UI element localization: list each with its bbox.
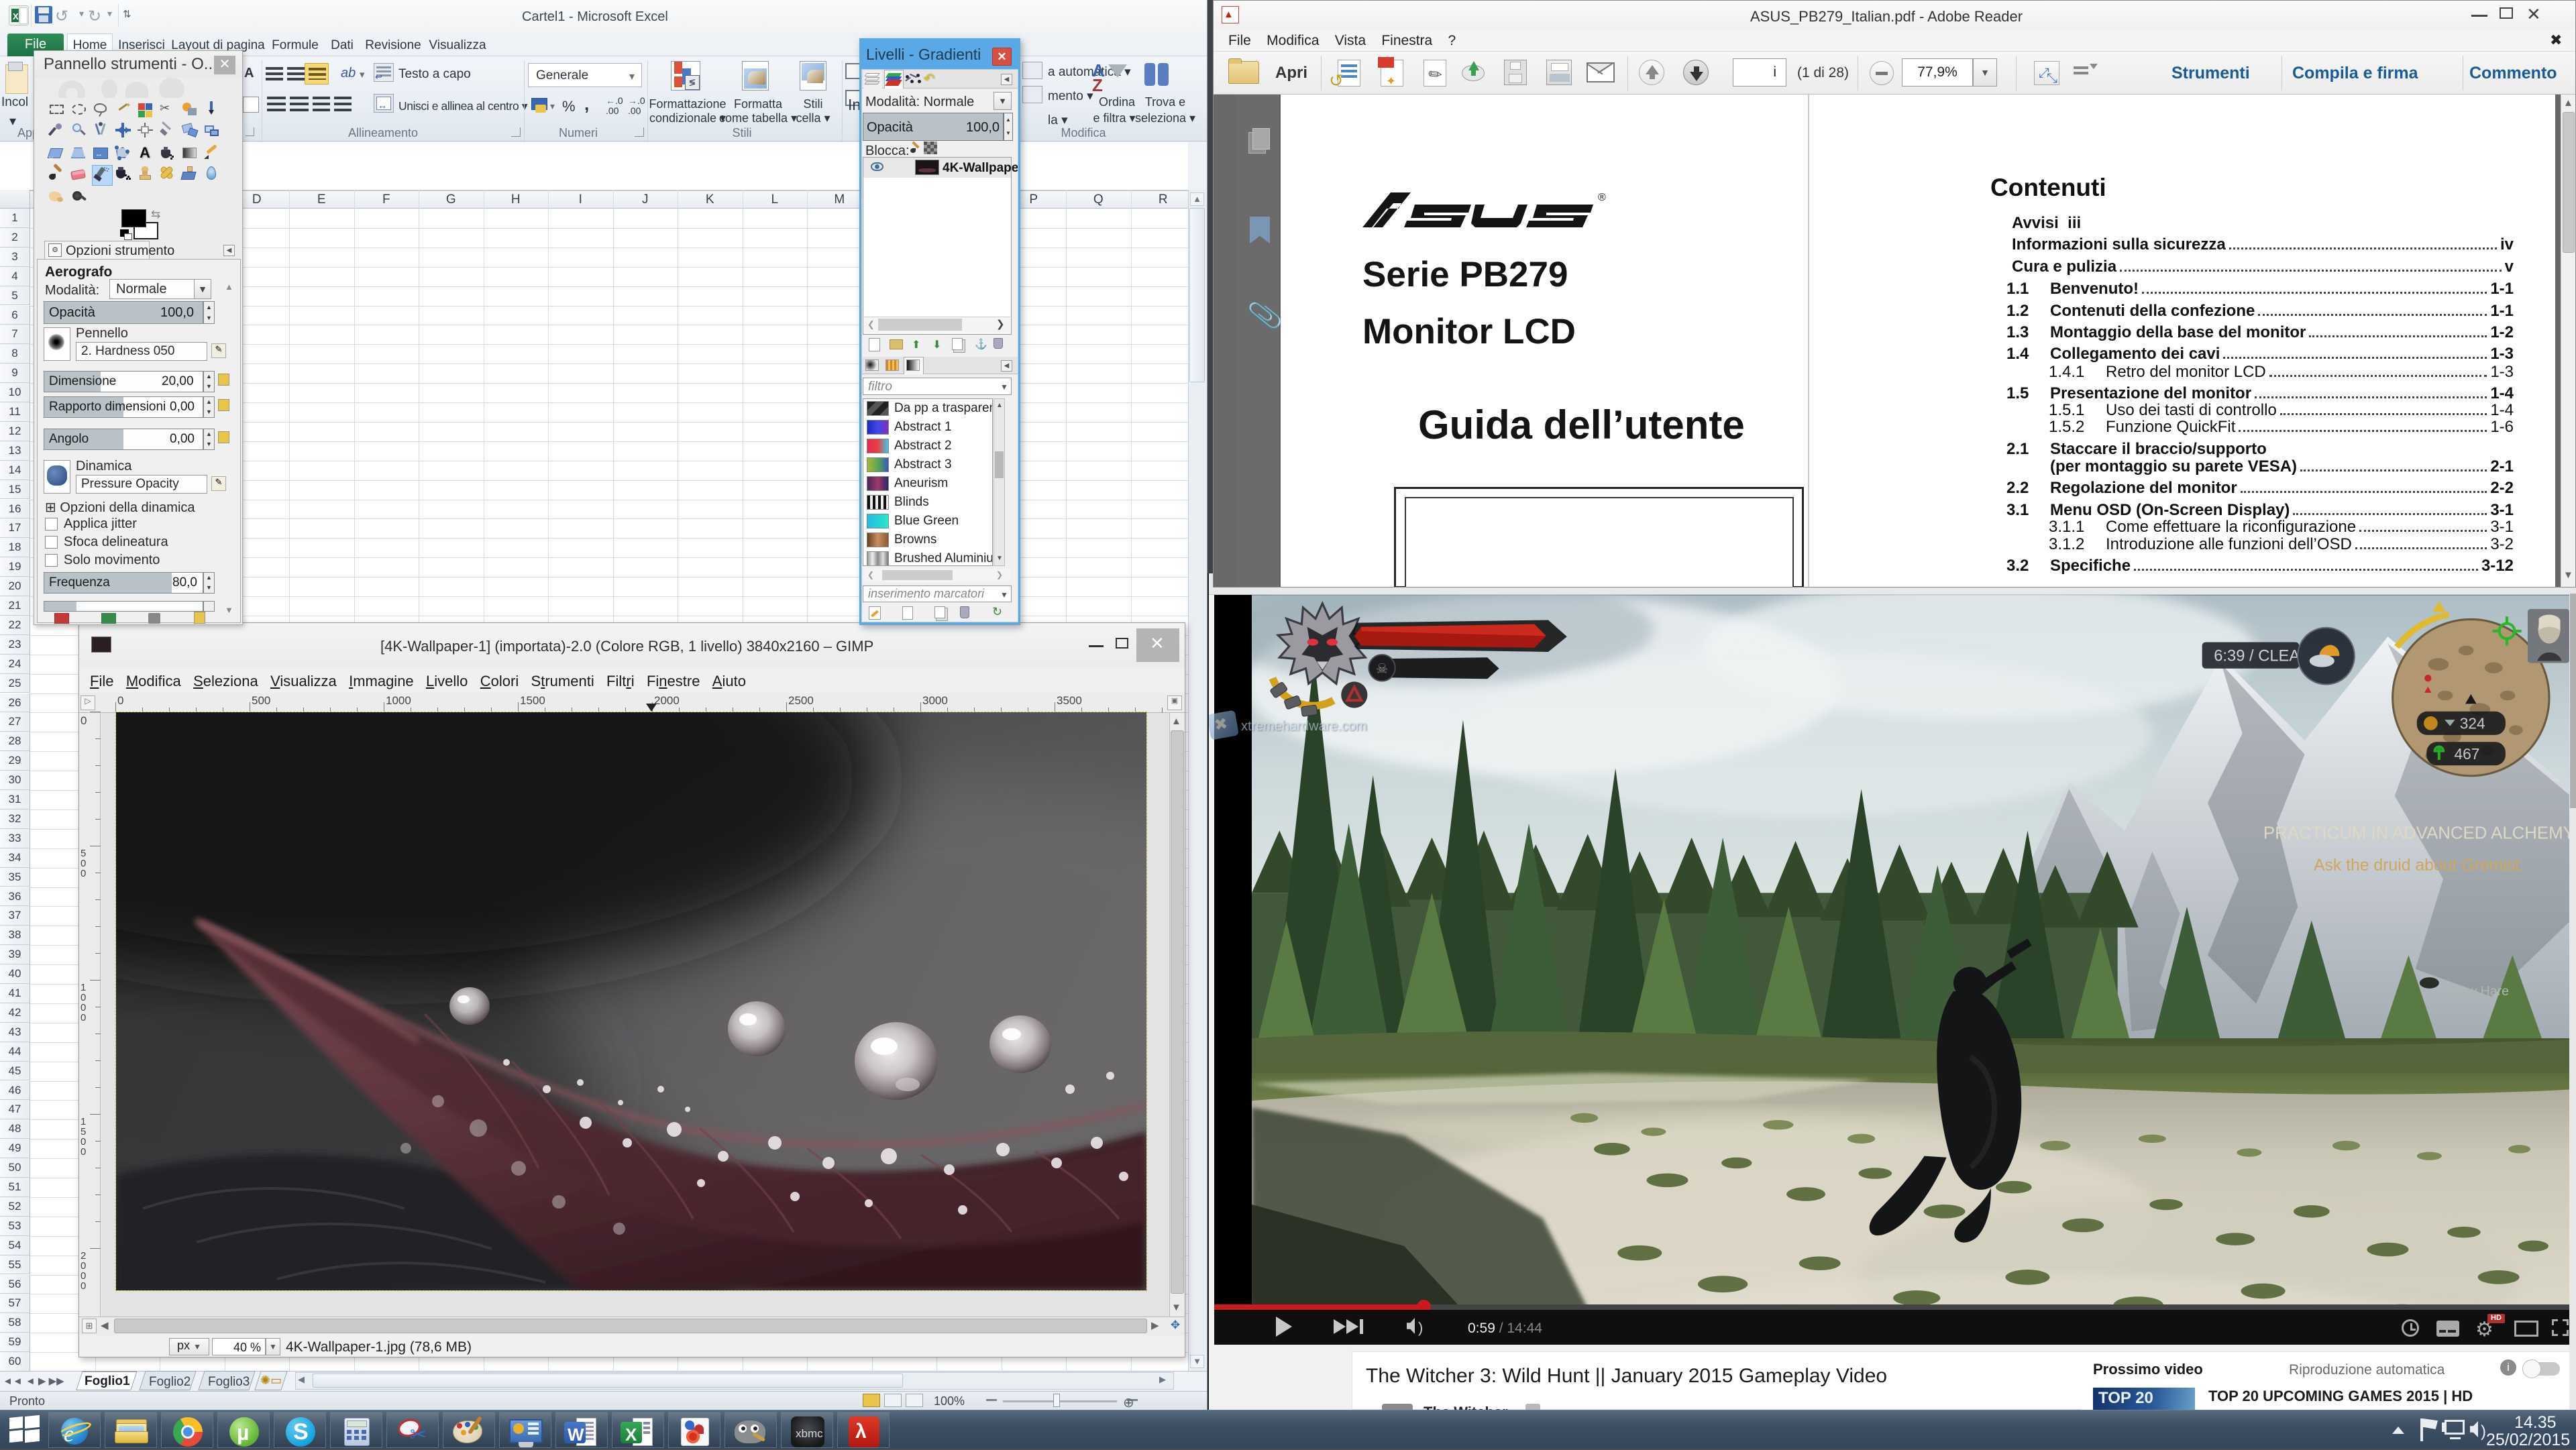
svg-text:☠: ☠ (1376, 661, 1389, 677)
svg-text:324: 324 (2460, 715, 2485, 732)
svg-text:®: ® (1598, 192, 1606, 203)
svg-text:6:39 / CLEAR: 6:39 / CLEAR (2214, 647, 2311, 665)
svg-text:Snow Hare: Snow Hare (2444, 984, 2509, 999)
svg-text:467: 467 (2455, 745, 2480, 763)
svg-text:PRACTICUM IN ADVANCED ALCHEMY: PRACTICUM IN ADVANCED ALCHEMY (2263, 824, 2571, 843)
svg-text:Ask the druid about Gremist.: Ask the druid about Gremist. (2314, 856, 2524, 875)
